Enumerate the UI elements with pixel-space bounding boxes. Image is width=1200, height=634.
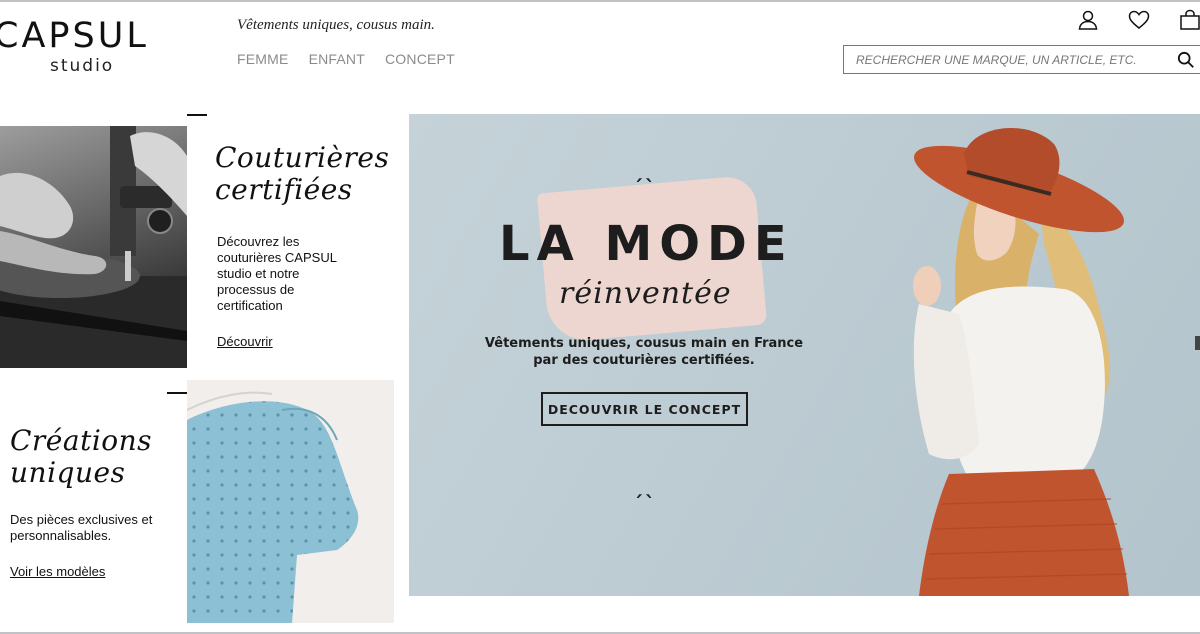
search-icon[interactable] bbox=[1177, 51, 1195, 69]
nav-item-enfant[interactable]: ENFANT bbox=[309, 51, 365, 67]
logo[interactable]: CAPSUL studio bbox=[0, 8, 180, 78]
hero-model-image[interactable] bbox=[879, 114, 1200, 596]
shopping-bag-icon[interactable] bbox=[1178, 8, 1200, 32]
top-border bbox=[0, 0, 1200, 2]
header-icons bbox=[1076, 8, 1200, 32]
search-bar bbox=[843, 45, 1200, 74]
tile-description: Découvrez les couturières CAPSUL studio … bbox=[217, 234, 337, 313]
blue-dress-image[interactable] bbox=[187, 380, 394, 623]
slider-next-handle[interactable] bbox=[1195, 336, 1200, 350]
heart-icon[interactable] bbox=[1127, 8, 1151, 32]
main-nav: FEMME ENFANT CONCEPT bbox=[237, 51, 455, 67]
tagline: Vêtements uniques, cousus main. bbox=[237, 17, 435, 33]
nav-item-concept[interactable]: CONCEPT bbox=[385, 51, 455, 67]
tile-title-creations: Créations uniques bbox=[10, 424, 153, 489]
hero-script-title: réinventée bbox=[559, 276, 732, 311]
logo-subtitle: studio bbox=[50, 56, 115, 76]
hero-banner: ˏˎ LA MODE réinventée Vêtements uniques,… bbox=[409, 114, 1200, 596]
tile-description: Des pièces exclusives et personnalisable… bbox=[10, 512, 153, 543]
tile-title-couturieres: Couturières certifiées bbox=[215, 141, 390, 206]
search-input[interactable] bbox=[844, 46, 1164, 73]
discover-link[interactable]: Découvrir bbox=[217, 334, 273, 349]
decorative-line bbox=[167, 392, 187, 394]
quote-close-mark: ˏˎ bbox=[633, 474, 657, 498]
user-icon[interactable] bbox=[1076, 8, 1100, 32]
quote-open-mark: ˏˎ bbox=[633, 158, 657, 182]
see-models-link[interactable]: Voir les modèles bbox=[10, 564, 105, 579]
sewing-machine-image[interactable] bbox=[0, 126, 187, 368]
logo-wordmark: CAPSUL bbox=[0, 16, 149, 56]
decorative-line bbox=[187, 114, 207, 116]
hero-subtitle: Vêtements uniques, cousus main en France… bbox=[484, 336, 804, 368]
hero-title: LA MODE bbox=[499, 216, 794, 272]
nav-item-femme[interactable]: FEMME bbox=[237, 51, 289, 67]
discover-concept-button[interactable]: DECOUVRIR LE CONCEPT bbox=[541, 392, 748, 426]
